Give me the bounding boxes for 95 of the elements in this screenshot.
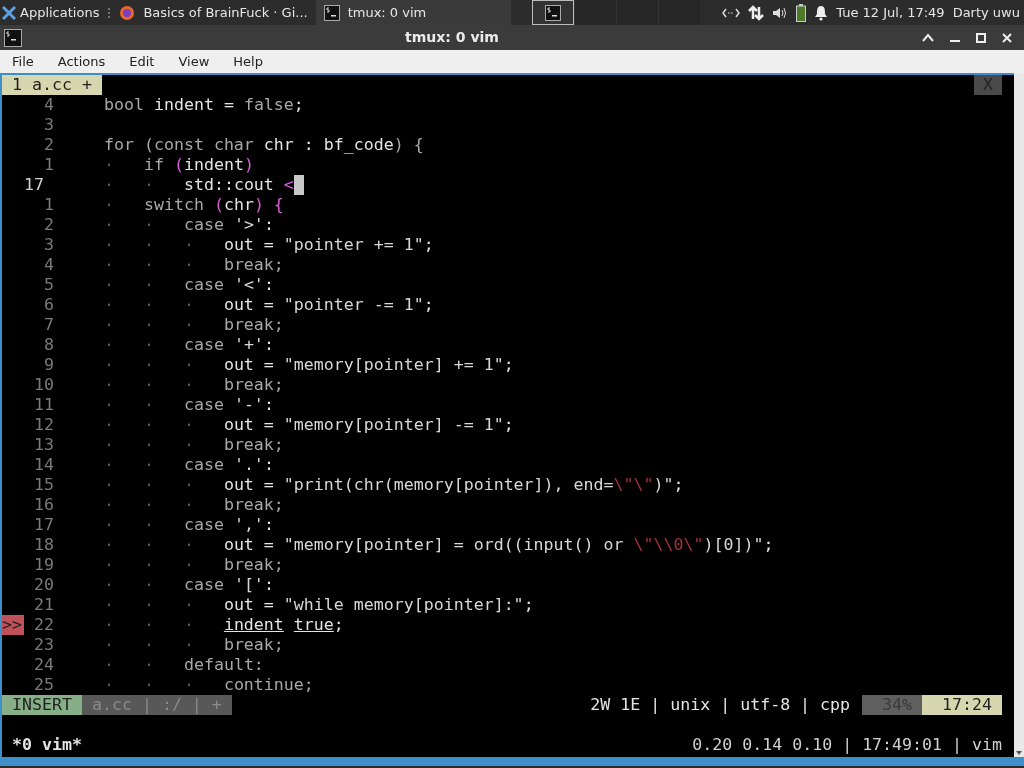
code-line: · · · out = "memory[pointer] += 1"; — [104, 355, 514, 375]
code-line: · · · indent true; — [104, 615, 344, 635]
code-line: · · · out = "memory[pointer] -= 1"; — [104, 415, 514, 435]
line-number: 3 — [43, 115, 54, 135]
error-sign: >> — [2, 615, 24, 635]
terminal-icon — [323, 4, 340, 21]
line-number: 4 — [43, 255, 54, 275]
speaker-icon — [772, 5, 789, 20]
code-line: for (const char chr : bf_code) { — [104, 135, 424, 155]
line-number: 20 — [33, 575, 54, 595]
down-arrow-icon[interactable] — [1014, 749, 1024, 757]
code-line: · · default: — [104, 655, 264, 675]
code-line: · · case ',': — [104, 515, 274, 535]
close-icon[interactable] — [1002, 32, 1012, 43]
taskbar-item[interactable]: Basics of BrainFuck · Gi... — [111, 0, 316, 25]
line-number: 2 — [43, 215, 54, 235]
line-number: 9 — [43, 355, 54, 375]
menu-item[interactable]: View — [174, 51, 214, 72]
line-number: 11 — [33, 395, 54, 415]
bell-icon — [814, 4, 829, 21]
text-cursor — [293, 175, 304, 195]
line-number: 24 — [33, 655, 54, 675]
line-number: 19 — [33, 555, 54, 575]
code-line: · · case '[': — [104, 575, 274, 595]
applications-menu[interactable]: Applications — [0, 0, 108, 25]
buffer-tab[interactable]: 1 a.cc + — [2, 75, 102, 95]
code-line: · switch (chr) { — [104, 195, 284, 215]
workspace-button[interactable] — [532, 0, 575, 25]
code-line: · · · break; — [104, 255, 284, 275]
code-line: · · case '+': — [104, 335, 274, 355]
transfer-arrows-icon — [748, 4, 765, 21]
line-number: 21 — [33, 595, 54, 615]
file-status: 2W 1E | unix | utf-8 | cpp — [590, 695, 851, 715]
line-number: 2 — [43, 135, 54, 155]
network-icon — [722, 6, 741, 19]
menu-item[interactable]: Edit — [125, 51, 159, 72]
code-line: · · case '>': — [104, 215, 274, 235]
terminal-icon — [4, 28, 22, 47]
line-number: 7 — [43, 315, 54, 335]
line-number: 17 — [33, 515, 54, 535]
handle-icon — [107, 6, 112, 19]
line-number: 4 — [43, 95, 54, 115]
code-line: · · · out = "pointer += 1"; — [104, 235, 434, 255]
code-line: · · case '<': — [104, 275, 274, 295]
tmux-status: 0.20 0.14 0.10 | 17:49:01 | vim — [692, 735, 1002, 755]
line-number: 22 — [33, 615, 54, 635]
window-title: tmux: 0 vim — [405, 28, 499, 47]
code-line: · if (indent) — [104, 155, 254, 175]
line-number: 12 — [33, 415, 54, 435]
battery-icon — [796, 3, 807, 22]
menu-item[interactable]: Actions — [53, 51, 110, 72]
code-line: · · · break; — [104, 375, 284, 395]
menu-item[interactable]: File — [8, 51, 38, 72]
maximize-icon[interactable] — [976, 32, 986, 43]
code-line: · · · out = "memory[pointer] = ord((input() or \"\\0\")[0])"; — [104, 535, 774, 555]
menu-item[interactable]: Help — [229, 51, 267, 72]
code-line: · · · out = "print(chr(memory[pointer]), end=\"\")"; — [104, 475, 684, 495]
code-line: · · · break; — [104, 635, 284, 655]
clock[interactable]: Tue 12 Jul, 17:49 — [836, 2, 945, 23]
line-number: 5 — [43, 275, 54, 295]
taskbar-item[interactable]: tmux: 0 vim — [315, 0, 511, 25]
code-line: · · · continue; — [104, 675, 314, 695]
code-line: · · std::cout < — [104, 175, 294, 195]
line-number: 10 — [33, 375, 54, 395]
line-number: 13 — [33, 435, 54, 455]
scrollbar[interactable] — [1014, 73, 1024, 757]
cursor-position: 17:24 — [922, 695, 1002, 715]
code-line: · · · break; — [104, 555, 284, 575]
line-number: 17 — [24, 175, 45, 195]
x-logo-icon — [2, 5, 16, 20]
code-line: · · · break; — [104, 315, 284, 335]
tmux-window[interactable]: *0 vim* — [12, 735, 82, 755]
line-number: 14 — [33, 455, 54, 475]
line-number: 15 — [33, 475, 54, 495]
chevron-up-icon[interactable] — [922, 32, 934, 43]
line-number: 25 — [33, 675, 54, 695]
code-line: · · case '.': — [104, 455, 274, 475]
code-line: · · case '-': — [104, 395, 274, 415]
line-number: 23 — [33, 635, 54, 655]
terminal-icon — [545, 4, 562, 21]
code-line: · · · out = "pointer -= 1"; — [104, 295, 434, 315]
code-line: bool indent = false; — [104, 95, 304, 115]
code-line: · · · break; — [104, 435, 284, 455]
globe-icon — [119, 4, 136, 21]
line-number: 8 — [43, 335, 54, 355]
line-number: 6 — [43, 295, 54, 315]
line-number: 16 — [33, 495, 54, 515]
line-number: 3 — [43, 235, 54, 255]
line-number: 1 — [43, 155, 54, 175]
mode-indicator: INSERT — [2, 695, 82, 715]
code-line: · · · out = "while memory[pointer]:"; — [104, 595, 534, 615]
line-number: 1 — [43, 195, 54, 215]
code-line: · · · break; — [104, 495, 284, 515]
line-number: 18 — [33, 535, 54, 555]
user-name[interactable]: Darty uwu — [952, 2, 1020, 23]
